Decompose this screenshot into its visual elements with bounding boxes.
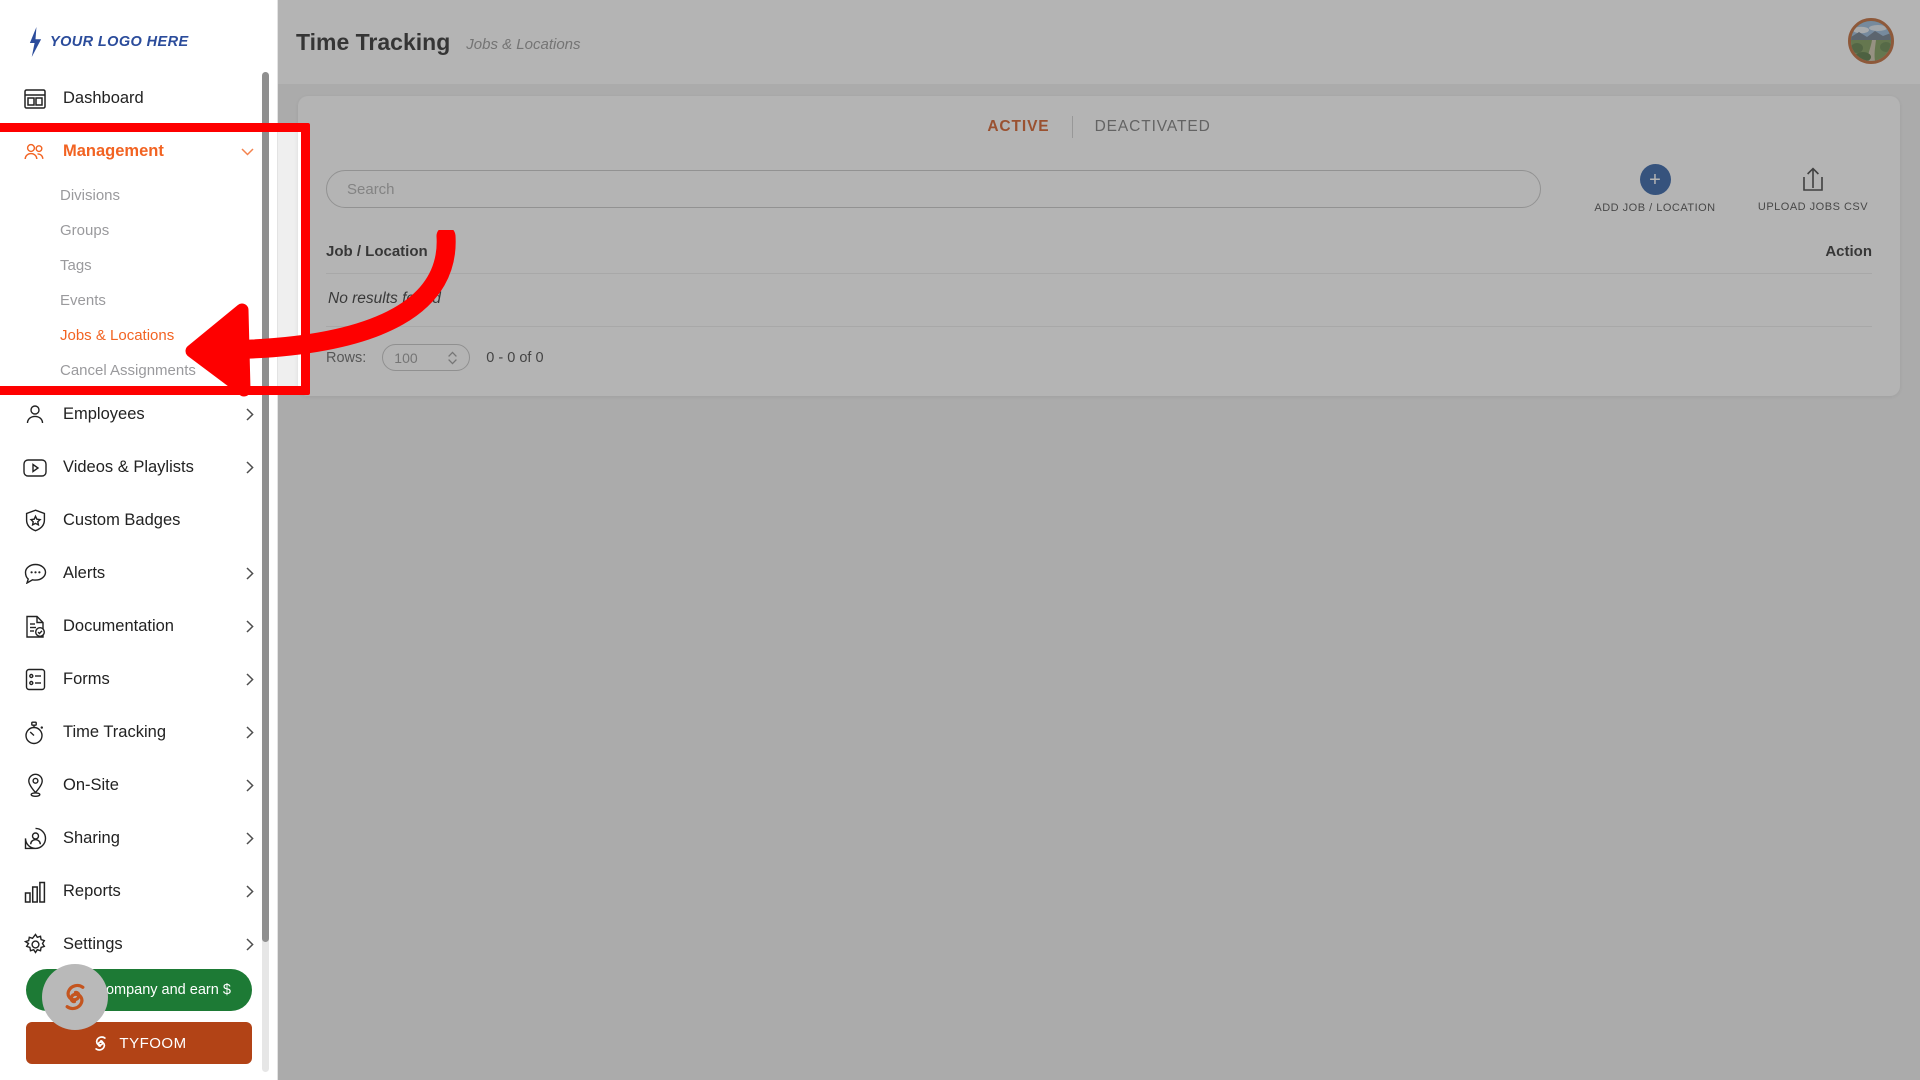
- sidebar-item-label: On-Site: [63, 776, 119, 794]
- sidebar-item-label: Reports: [63, 882, 121, 900]
- support-chat-bubble[interactable]: [42, 964, 108, 1030]
- sidebar-item-on-site[interactable]: On-Site: [0, 759, 278, 812]
- chevron-right-icon: [246, 938, 254, 951]
- chevron-right-icon: [246, 461, 254, 474]
- stopwatch-icon: [22, 720, 48, 746]
- chevron-right-icon: [246, 567, 254, 580]
- sidebar-item-management[interactable]: Management: [0, 125, 278, 178]
- submenu-label: Cancel Assignments: [60, 362, 196, 379]
- sidebar-item-time-tracking[interactable]: Time Tracking: [0, 706, 278, 759]
- submenu-label: Groups: [60, 222, 110, 239]
- video-icon: [22, 455, 48, 481]
- tyfoom-swirl-icon: [65, 983, 85, 1011]
- submenu-item-tags[interactable]: Tags: [0, 248, 278, 283]
- sidebar-item-label: Management: [63, 142, 164, 160]
- badge-icon: [22, 508, 48, 534]
- sidebar-item-label: Settings: [63, 935, 123, 953]
- forms-icon: [22, 667, 48, 693]
- sidebar-item-forms[interactable]: Forms: [0, 653, 278, 706]
- sidebar-item-label: Employees: [63, 405, 145, 423]
- employees-icon: [22, 402, 48, 428]
- tyfoom-button[interactable]: TYFOOM: [26, 1022, 252, 1064]
- sidebar-item-custom-badges[interactable]: Custom Badges: [0, 494, 278, 547]
- submenu-item-divisions[interactable]: Divisions: [0, 178, 278, 213]
- submenu-item-groups[interactable]: Groups: [0, 213, 278, 248]
- dashboard-icon: [22, 86, 48, 112]
- sidebar-item-settings[interactable]: Settings: [0, 918, 278, 971]
- sidebar-item-label: Custom Badges: [63, 511, 181, 529]
- sidebar-item-label: Sharing: [63, 829, 120, 847]
- sidebar-scrollbar-thumb[interactable]: [262, 72, 269, 942]
- management-icon: [22, 139, 48, 165]
- chevron-down-icon: [241, 147, 254, 156]
- sidebar-item-reports[interactable]: Reports: [0, 865, 278, 918]
- sidebar-item-label: Time Tracking: [63, 723, 166, 741]
- submenu-item-jobs-and-locations[interactable]: Jobs & Locations: [0, 318, 278, 353]
- chevron-right-icon: [246, 408, 254, 421]
- sidebar-item-sharing[interactable]: Sharing: [0, 812, 278, 865]
- submenu-label: Divisions: [60, 187, 121, 204]
- alerts-icon: [22, 561, 48, 587]
- tyfoom-label: TYFOOM: [119, 1034, 187, 1052]
- chevron-right-icon: [246, 673, 254, 686]
- sidebar-item-videos-and-playlists[interactable]: Videos & Playlists: [0, 441, 278, 494]
- tyfoom-swirl-icon: [95, 1035, 107, 1051]
- sidebar-item-documentation[interactable]: Documentation: [0, 600, 278, 653]
- chevron-right-icon: [246, 620, 254, 633]
- sidebar-item-label: Videos & Playlists: [63, 458, 194, 476]
- sharing-icon: [22, 826, 48, 852]
- submenu-item-cancel-assignments[interactable]: Cancel Assignments: [0, 353, 278, 388]
- sidebar-item-dashboard[interactable]: Dashboard: [0, 72, 278, 125]
- chevron-right-icon: [246, 885, 254, 898]
- sidebar: YOUR LOGO HERE Dashboard Management Divi…: [0, 0, 278, 1080]
- documentation-icon: [22, 614, 48, 640]
- gear-icon: [22, 932, 48, 958]
- reports-icon: [22, 879, 48, 905]
- management-submenu: Divisions Groups Tags Events Jobs & Loca…: [0, 178, 278, 388]
- dim-top: [0, 0, 1920, 128]
- sidebar-item-label: Dashboard: [63, 89, 144, 107]
- sidebar-item-alerts[interactable]: Alerts: [0, 547, 278, 600]
- app-root: YOUR LOGO HERE Dashboard Management Divi…: [0, 0, 1920, 1080]
- logo-mark-icon: [29, 27, 42, 57]
- submenu-label: Events: [60, 292, 106, 309]
- sidebar-item-label: Forms: [63, 670, 110, 688]
- map-pin-icon: [22, 773, 48, 799]
- sidebar-footer: Refer a company and earn $ TYFOOM: [0, 969, 278, 1064]
- dim-bottom: [0, 390, 1920, 1080]
- sidebar-item-label: Documentation: [63, 617, 174, 635]
- sidebar-item-label: Alerts: [63, 564, 106, 582]
- chevron-right-icon: [246, 779, 254, 792]
- submenu-label: Tags: [60, 257, 92, 274]
- logo-text: YOUR LOGO HERE: [50, 34, 189, 50]
- chevron-right-icon: [246, 832, 254, 845]
- dim-right: [310, 128, 1920, 390]
- sidebar-item-employees[interactable]: Employees: [0, 388, 278, 441]
- submenu-item-events[interactable]: Events: [0, 283, 278, 318]
- chevron-right-icon: [246, 726, 254, 739]
- sidebar-nav: Dashboard Management Divisions Groups Ta…: [0, 72, 278, 1080]
- submenu-label: Jobs & Locations: [60, 327, 175, 344]
